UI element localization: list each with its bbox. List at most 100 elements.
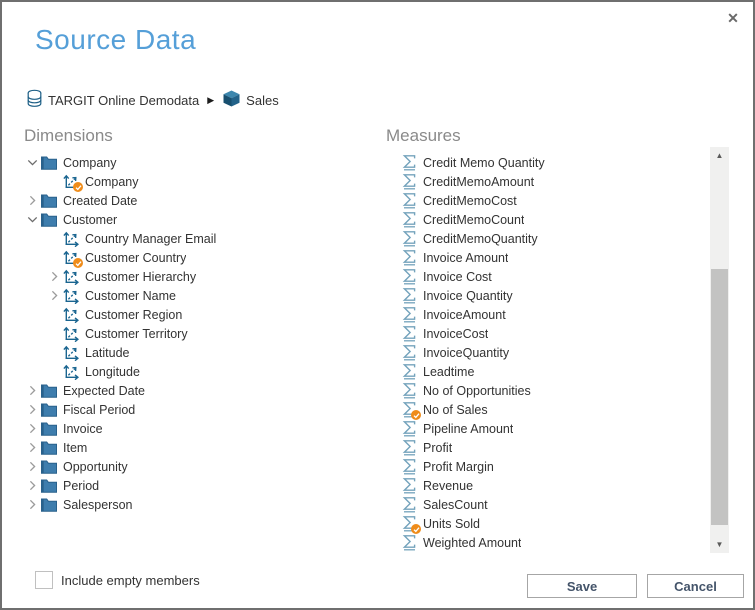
- tree-folder-invoice[interactable]: Invoice: [24, 419, 376, 438]
- measure-units-sold[interactable]: Units Sold: [386, 514, 708, 534]
- measure-invoice-amount[interactable]: Invoice Amount: [386, 248, 708, 267]
- measure-leadtime[interactable]: Leadtime: [386, 362, 708, 381]
- folder-icon: [40, 192, 58, 209]
- chevron-right-icon[interactable]: [24, 383, 40, 399]
- tree-dimension-country-manager-email[interactable]: Country Manager Email: [24, 229, 376, 248]
- measure-creditmemoamount[interactable]: CreditMemoAmount: [386, 172, 708, 191]
- measures-panel: Measures Credit Memo Quantity CreditMemo…: [386, 126, 708, 552]
- measure-credit-memo-quantity[interactable]: Credit Memo Quantity: [386, 153, 708, 172]
- tree-item-label: Period: [63, 478, 100, 493]
- measure-invoice-cost[interactable]: Invoice Cost: [386, 267, 708, 286]
- chevron-right-icon[interactable]: [24, 421, 40, 437]
- breadcrumb-cube[interactable]: Sales: [222, 90, 279, 110]
- sigma-icon: [400, 534, 418, 551]
- tree-item-label: Opportunity: [63, 459, 128, 474]
- folder-icon: [40, 439, 58, 456]
- chevron-right-icon[interactable]: [24, 440, 40, 456]
- chevron-right-icon[interactable]: [24, 402, 40, 418]
- sigma-icon: [400, 439, 418, 456]
- measure-invoiceamount[interactable]: InvoiceAmount: [386, 305, 708, 324]
- tree-dimension-customer-territory[interactable]: Customer Territory: [24, 324, 376, 343]
- axis-icon: [62, 325, 80, 342]
- tree-folder-customer[interactable]: Customer: [24, 210, 376, 229]
- tree-dimension-customer-name[interactable]: Customer Name: [24, 286, 376, 305]
- dimensions-panel: Dimensions Company Company Created Date: [24, 126, 376, 514]
- measure-creditmemocount[interactable]: CreditMemoCount: [386, 210, 708, 229]
- tree-dimension-customer-hierarchy[interactable]: Customer Hierarchy: [24, 267, 376, 286]
- axis-icon: [62, 173, 83, 192]
- measure-profit-margin[interactable]: Profit Margin: [386, 457, 708, 476]
- breadcrumb: TARGIT Online Demodata ▶ Sales: [26, 89, 279, 111]
- chevron-right-icon[interactable]: [46, 269, 62, 285]
- chevron-right-icon[interactable]: [24, 478, 40, 494]
- tree-folder-salesperson[interactable]: Salesperson: [24, 495, 376, 514]
- cancel-button[interactable]: Cancel: [647, 574, 744, 598]
- scrollbar-thumb[interactable]: [711, 269, 728, 525]
- sigma-icon: [400, 382, 418, 399]
- tree-item-label: Expected Date: [63, 383, 145, 398]
- tree-folder-item[interactable]: Item: [24, 438, 376, 457]
- include-empty-members-label[interactable]: Include empty members: [61, 573, 200, 588]
- measures-scrollbar-track[interactable]: ▲ ▼: [710, 147, 729, 553]
- measure-invoicecost[interactable]: InvoiceCost: [386, 324, 708, 343]
- tree-dimension-longitude[interactable]: Longitude: [24, 362, 376, 381]
- chevron-right-icon[interactable]: [24, 497, 40, 513]
- tree-dimension-latitude[interactable]: Latitude: [24, 343, 376, 362]
- sigma-icon: [400, 515, 421, 534]
- tree-folder-created-date[interactable]: Created Date: [24, 191, 376, 210]
- sigma-icon: [400, 344, 418, 361]
- tree-item-label: Latitude: [85, 345, 130, 360]
- measure-invoicequantity[interactable]: InvoiceQuantity: [386, 343, 708, 362]
- sigma-icon: [400, 211, 418, 228]
- axis-icon: [62, 249, 83, 268]
- measure-salescount[interactable]: SalesCount: [386, 495, 708, 514]
- sigma-icon: [400, 249, 418, 266]
- measure-item-label: InvoiceCost: [423, 326, 489, 341]
- chevron-right-icon[interactable]: [24, 193, 40, 209]
- measure-item-label: CreditMemoCost: [423, 193, 517, 208]
- tree-dimension-customer-region[interactable]: Customer Region: [24, 305, 376, 324]
- scrollbar-up-icon[interactable]: ▲: [710, 147, 729, 164]
- chevron-down-icon[interactable]: [24, 212, 40, 228]
- measure-no-of-opportunities[interactable]: No of Opportunities: [386, 381, 708, 400]
- tree-item-label: Company: [63, 155, 117, 170]
- include-empty-members-checkbox[interactable]: [35, 571, 53, 589]
- tree-dimension-company[interactable]: Company: [24, 172, 376, 192]
- folder-icon: [40, 458, 58, 475]
- tree-folder-fiscal-period[interactable]: Fiscal Period: [24, 400, 376, 419]
- tree-folder-expected-date[interactable]: Expected Date: [24, 381, 376, 400]
- sigma-icon: [400, 458, 418, 475]
- measure-item-label: No of Sales: [423, 402, 488, 417]
- measure-weighted-amount[interactable]: Weighted Amount: [386, 533, 708, 552]
- measure-invoice-quantity[interactable]: Invoice Quantity: [386, 286, 708, 305]
- source-data-dialog: Source Data ✕ TARGIT Online Demodata ▶ S…: [0, 0, 755, 610]
- measure-creditmemoquantity[interactable]: CreditMemoQuantity: [386, 229, 708, 248]
- save-button[interactable]: Save: [527, 574, 637, 598]
- tree-dimension-customer-country[interactable]: Customer Country: [24, 248, 376, 268]
- sigma-icon: [400, 154, 418, 171]
- tree-folder-period[interactable]: Period: [24, 476, 376, 495]
- close-icon[interactable]: ✕: [723, 8, 743, 28]
- measure-profit[interactable]: Profit: [386, 438, 708, 457]
- measure-creditmemocost[interactable]: CreditMemoCost: [386, 191, 708, 210]
- measure-item-label: Pipeline Amount: [423, 421, 514, 436]
- chevron-right-icon[interactable]: [24, 459, 40, 475]
- measure-item-label: CreditMemoAmount: [423, 174, 535, 189]
- chevron-down-icon[interactable]: [24, 155, 40, 171]
- measure-item-label: No of Opportunities: [423, 383, 531, 398]
- breadcrumb-database[interactable]: TARGIT Online Demodata: [26, 89, 199, 111]
- tree-folder-company[interactable]: Company: [24, 153, 376, 172]
- tree-folder-opportunity[interactable]: Opportunity: [24, 457, 376, 476]
- measure-revenue[interactable]: Revenue: [386, 476, 708, 495]
- measure-no-of-sales[interactable]: No of Sales: [386, 400, 708, 420]
- scrollbar-down-icon[interactable]: ▼: [710, 536, 729, 553]
- measure-item-label: Revenue: [423, 478, 474, 493]
- chevron-right-icon[interactable]: [46, 288, 62, 304]
- measure-pipeline-amount[interactable]: Pipeline Amount: [386, 419, 708, 438]
- cube-icon: [222, 90, 241, 110]
